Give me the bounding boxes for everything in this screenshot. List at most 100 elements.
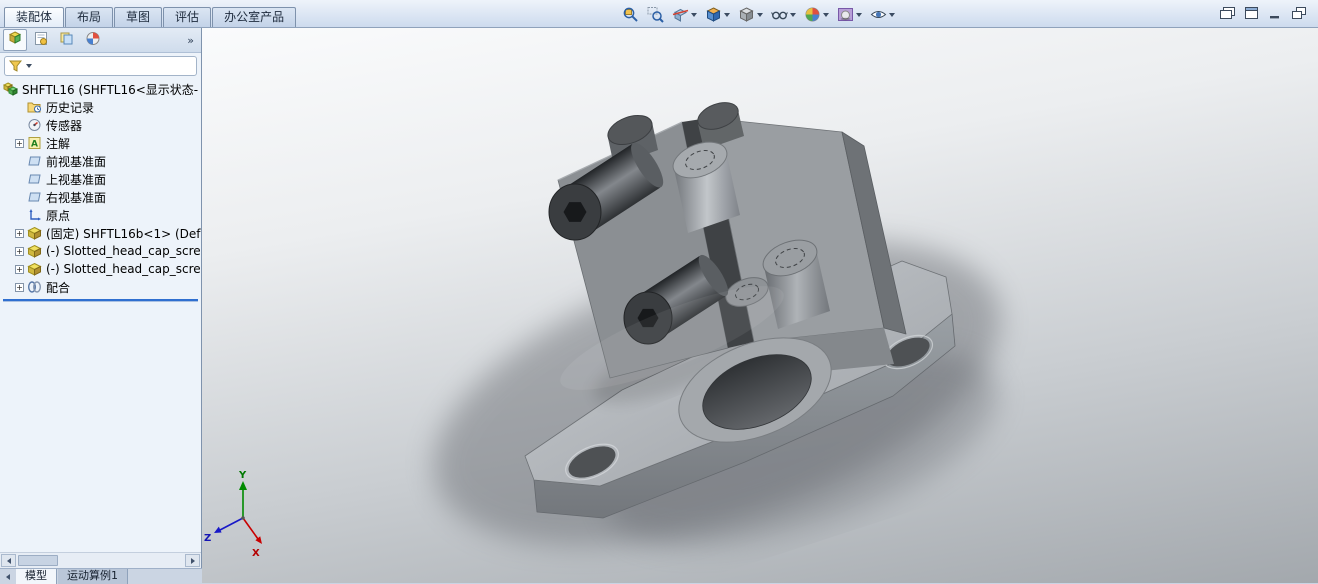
tree-item[interactable]: 上视基准面 xyxy=(0,170,201,188)
filter-dropdown-icon[interactable] xyxy=(26,64,32,68)
sensors-icon xyxy=(27,118,42,132)
scroll-right-button[interactable] xyxy=(185,554,200,567)
tree-item-label: 前视基准面 xyxy=(46,153,106,170)
ribbon-tab-0[interactable]: 装配体 xyxy=(4,7,64,27)
scrollbar-thumb[interactable] xyxy=(18,555,58,566)
display-style-button[interactable] xyxy=(736,5,765,24)
study-tab-0[interactable]: 模型 xyxy=(16,569,57,584)
svg-text:A: A xyxy=(31,140,38,150)
tree-item[interactable]: +配合 xyxy=(0,278,201,296)
ribbon-tab-2[interactable]: 草图 xyxy=(114,7,162,27)
panel-tab-featuremanager-tree[interactable] xyxy=(3,29,27,51)
ribbon-tabs: 装配体布局草图评估办公室产品 xyxy=(4,7,297,27)
section-view-icon xyxy=(672,6,689,23)
tree-item-label: SHFTL16 (SHFTL16<显示状态- xyxy=(22,81,198,98)
dropdown-arrow-icon[interactable] xyxy=(724,13,730,17)
propertymanager-icon xyxy=(33,31,49,50)
tree-item[interactable]: 传感器 xyxy=(0,116,201,134)
restore-button[interactable] xyxy=(1291,7,1308,20)
edit-appearance-icon xyxy=(804,6,821,23)
view-orientation-icon xyxy=(705,6,722,23)
triad-y-label: Y xyxy=(238,470,247,481)
component-icon xyxy=(27,226,42,240)
dropdown-arrow-icon[interactable] xyxy=(691,13,697,17)
hide-show-items-button[interactable] xyxy=(769,5,798,24)
orientation-triad: Y Z X xyxy=(204,470,262,559)
mates-icon xyxy=(27,280,42,294)
assembly-icon xyxy=(3,82,18,96)
tree-item-label: 历史记录 xyxy=(46,99,94,116)
study-tabs-bar: 模型运动算例1 xyxy=(0,568,212,584)
dropdown-arrow-icon[interactable] xyxy=(889,13,895,17)
study-tab-1[interactable]: 运动算例1 xyxy=(58,569,128,584)
study-tabs-nav-button[interactable] xyxy=(0,569,15,584)
tree-item-label: 传感器 xyxy=(46,117,82,134)
appearances-icon xyxy=(85,31,101,50)
zoom-to-area-button[interactable] xyxy=(645,5,666,24)
featuremanager-panel: » SHFTL16 (SHFTL16<显示状态-历史记录传感器 + A 注解前视基准面… xyxy=(0,28,202,568)
plane-icon xyxy=(27,190,42,204)
graphics-viewport[interactable]: Y Z X xyxy=(202,28,1318,583)
tree-item[interactable]: 右视基准面 xyxy=(0,188,201,206)
apply-scene-button[interactable] xyxy=(835,5,864,24)
expand-icon[interactable]: + xyxy=(15,283,24,292)
tree-item[interactable]: + (固定) SHFTL16b<1> (Defa xyxy=(0,224,201,242)
tree-item[interactable]: SHFTL16 (SHFTL16<显示状态- xyxy=(0,80,201,98)
tree-item[interactable]: + (-) Slotted_head_cap_screw xyxy=(0,242,201,260)
configurationmanager-icon xyxy=(59,31,75,50)
expand-icon[interactable]: + xyxy=(15,247,24,256)
document-window-button[interactable] xyxy=(1243,7,1260,20)
ribbon-tab-3[interactable]: 评估 xyxy=(163,7,211,27)
tree-item[interactable]: 历史记录 xyxy=(0,98,201,116)
featuremanager-tree-icon xyxy=(7,31,23,50)
component-icon xyxy=(27,244,42,258)
dropdown-arrow-icon[interactable] xyxy=(757,13,763,17)
zoom-to-fit-icon xyxy=(622,6,639,23)
view-orientation-button[interactable] xyxy=(703,5,732,24)
edit-appearance-button[interactable] xyxy=(802,5,831,24)
expand-icon[interactable]: + xyxy=(15,265,24,274)
tree-item-label: (固定) SHFTL16b<1> (Defa xyxy=(46,225,201,242)
panel-tab-configurationmanager[interactable] xyxy=(55,29,79,51)
zoom-to-fit-button[interactable] xyxy=(620,5,641,24)
tree-item-label: (-) Slotted_head_cap_screw xyxy=(46,244,201,258)
ribbon-tab-4[interactable]: 办公室产品 xyxy=(212,7,296,27)
tree-item-label: 上视基准面 xyxy=(46,171,106,188)
dropdown-arrow-icon[interactable] xyxy=(856,13,862,17)
expand-icon[interactable]: + xyxy=(15,139,24,148)
component-icon xyxy=(27,262,42,276)
filter-funnel-icon xyxy=(9,57,22,76)
tree-item-label: 原点 xyxy=(46,207,70,224)
tree-filter-box[interactable] xyxy=(4,56,197,76)
apply-scene-icon xyxy=(837,6,854,23)
scroll-left-button[interactable] xyxy=(1,554,16,567)
tree-item[interactable]: + A 注解 xyxy=(0,134,201,152)
title-ribbon-bar: 装配体布局草图评估办公室产品 xyxy=(0,0,1318,28)
panel-tab-appearances[interactable] xyxy=(81,29,105,51)
dropdown-arrow-icon[interactable] xyxy=(790,13,796,17)
ribbon-tab-1[interactable]: 布局 xyxy=(65,7,113,27)
tree-end-bar[interactable] xyxy=(3,299,198,301)
cascade-windows-button[interactable] xyxy=(1219,7,1236,20)
panel-tabs-overflow-button[interactable]: » xyxy=(183,34,198,47)
tree-item[interactable]: + (-) Slotted_head_cap_screw xyxy=(0,260,201,278)
section-view-button[interactable] xyxy=(670,5,699,24)
panel-tab-propertymanager[interactable] xyxy=(29,29,53,51)
tree-item-label: 注解 xyxy=(46,135,70,152)
dropdown-arrow-icon[interactable] xyxy=(823,13,829,17)
expand-icon[interactable]: + xyxy=(15,229,24,238)
tree-item[interactable]: 前视基准面 xyxy=(0,152,201,170)
tree-item[interactable]: 原点 xyxy=(0,206,201,224)
plane-icon xyxy=(27,172,42,186)
origin-icon xyxy=(27,208,42,222)
restore-icon xyxy=(1292,4,1307,23)
panel-horizontal-scrollbar[interactable] xyxy=(0,552,201,568)
view-settings-button[interactable] xyxy=(868,5,897,24)
zoom-to-area-icon xyxy=(647,6,664,23)
triad-z-label: Z xyxy=(204,533,211,544)
tree-item-label: (-) Slotted_head_cap_screw xyxy=(46,262,201,276)
feature-tree: SHFTL16 (SHFTL16<显示状态-历史记录传感器 + A 注解前视基准面上视… xyxy=(0,78,201,552)
minimize-icon xyxy=(1268,4,1283,23)
minimize-button[interactable] xyxy=(1267,7,1284,20)
viewport-canvas[interactable]: Y Z X xyxy=(202,28,1318,583)
